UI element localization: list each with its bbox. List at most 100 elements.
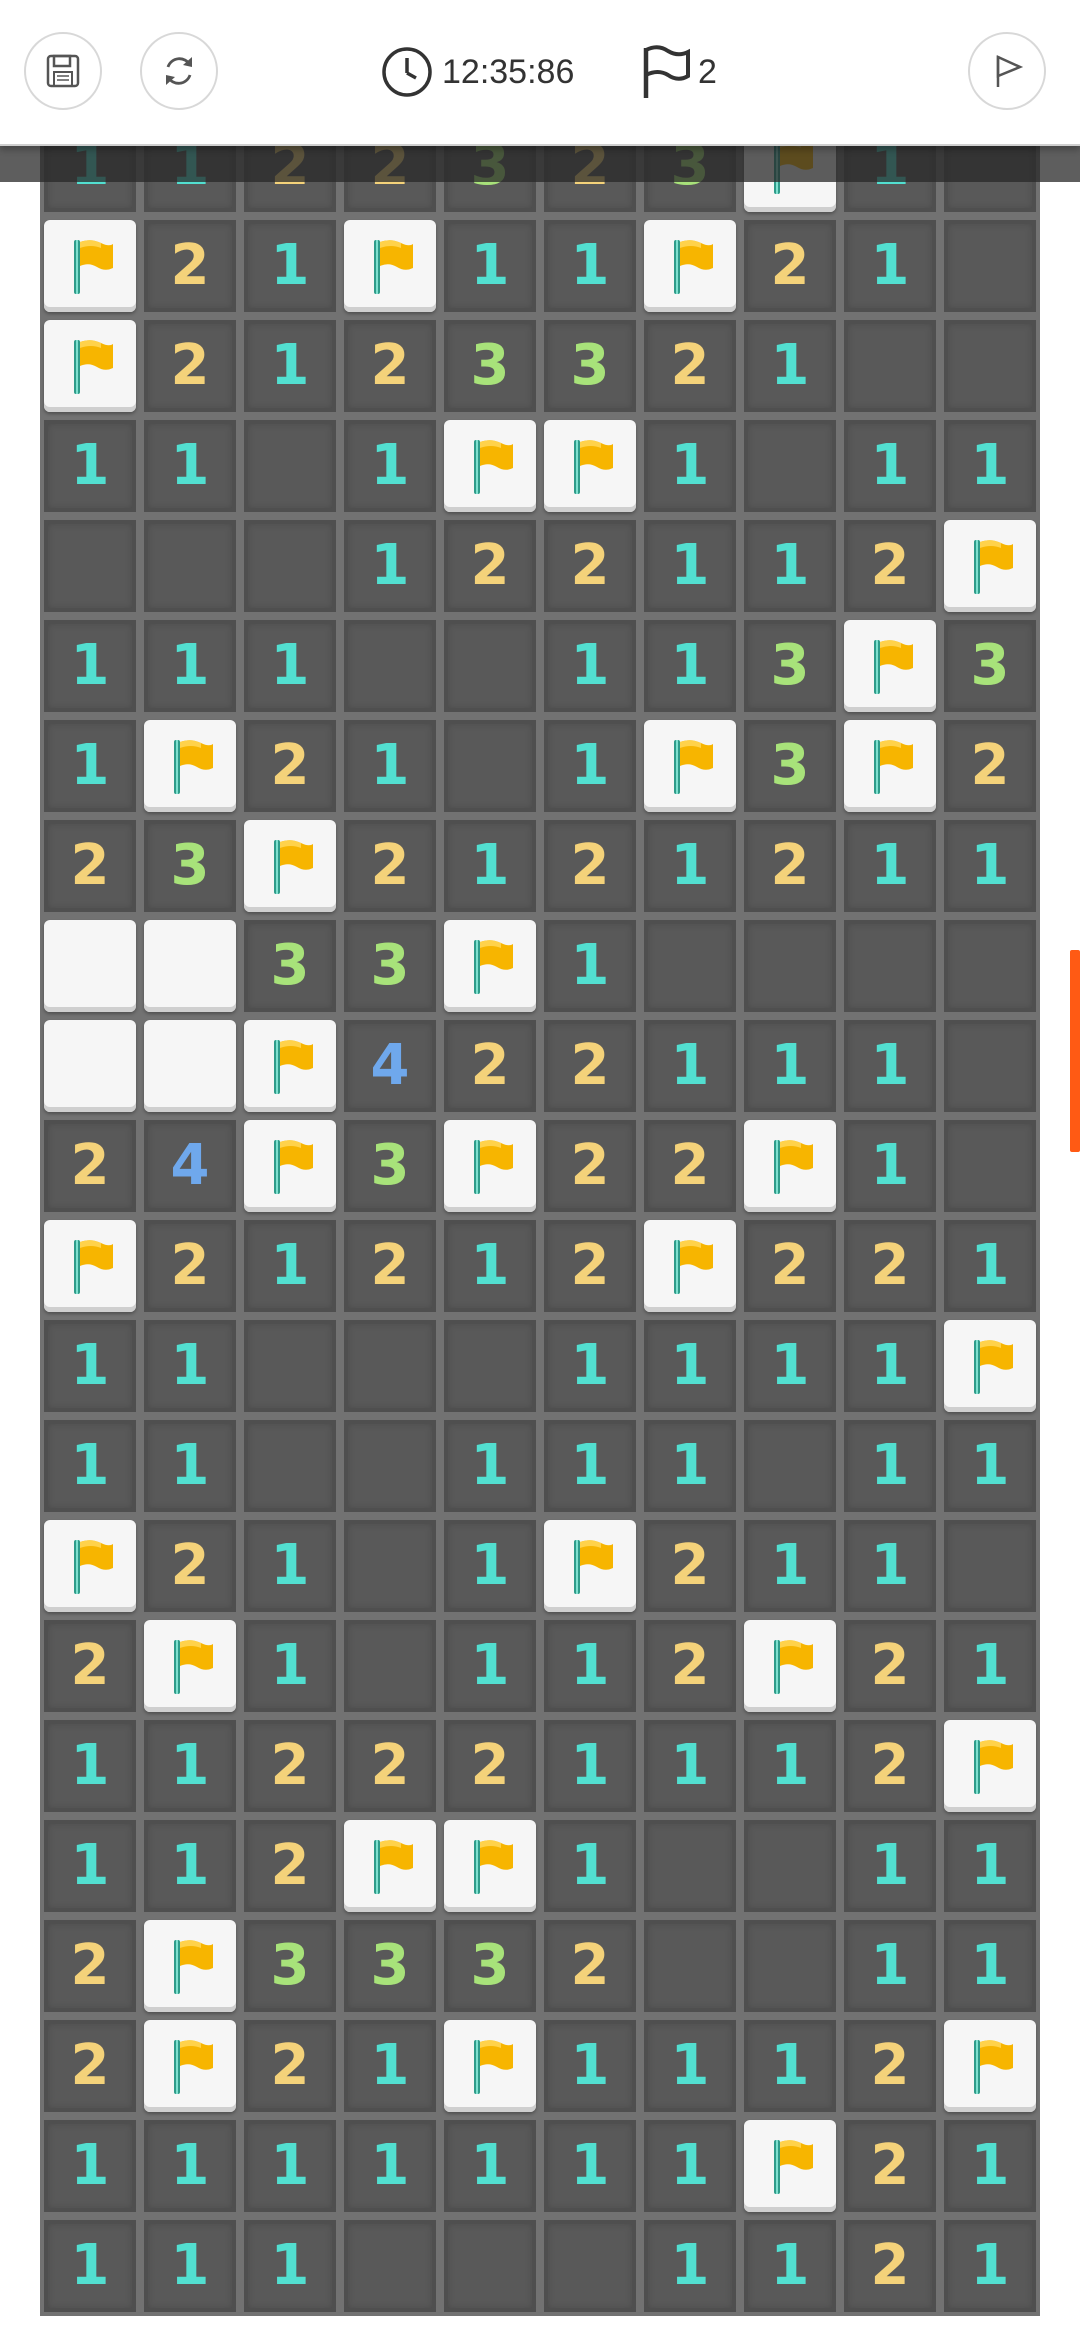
revealed-cell[interactable] — [744, 420, 836, 512]
revealed-cell[interactable] — [744, 920, 836, 1012]
revealed-cell[interactable]: 2 — [844, 2120, 936, 2212]
revealed-cell[interactable]: 1 — [944, 1620, 1036, 1712]
revealed-cell[interactable]: 1 — [244, 1620, 336, 1712]
restart-button[interactable] — [140, 32, 218, 110]
revealed-cell[interactable]: 1 — [744, 320, 836, 412]
revealed-cell[interactable] — [144, 520, 236, 612]
revealed-cell[interactable]: 2 — [144, 1520, 236, 1612]
revealed-cell[interactable]: 2 — [344, 320, 436, 412]
revealed-cell[interactable]: 1 — [844, 1520, 936, 1612]
revealed-cell[interactable]: 1 — [844, 1120, 936, 1212]
revealed-cell[interactable]: 1 — [844, 220, 936, 312]
revealed-cell[interactable]: 1 — [644, 420, 736, 512]
flagged-cell[interactable] — [144, 2020, 236, 2112]
revealed-cell[interactable]: 2 — [544, 1220, 636, 1312]
revealed-cell[interactable]: 2 — [844, 1620, 936, 1712]
revealed-cell[interactable]: 2 — [544, 1920, 636, 2012]
revealed-cell[interactable]: 1 — [444, 1520, 536, 1612]
revealed-cell[interactable]: 1 — [644, 1420, 736, 1512]
revealed-cell[interactable]: 1 — [344, 420, 436, 512]
revealed-cell[interactable] — [744, 1920, 836, 2012]
revealed-cell[interactable]: 4 — [344, 1020, 436, 1112]
revealed-cell[interactable]: 1 — [544, 2020, 636, 2112]
revealed-cell[interactable]: 1 — [444, 1220, 536, 1312]
revealed-cell[interactable] — [744, 1820, 836, 1912]
revealed-cell[interactable]: 1 — [744, 1720, 836, 1812]
revealed-cell[interactable]: 3 — [144, 820, 236, 912]
revealed-cell[interactable]: 1 — [44, 2220, 136, 2312]
revealed-cell[interactable]: 2 — [244, 1820, 336, 1912]
revealed-cell[interactable]: 1 — [44, 1720, 136, 1812]
flagged-cell[interactable] — [744, 1120, 836, 1212]
revealed-cell[interactable]: 1 — [644, 1020, 736, 1112]
revealed-cell[interactable] — [844, 920, 936, 1012]
revealed-cell[interactable]: 1 — [444, 820, 536, 912]
revealed-cell[interactable]: 1 — [944, 1420, 1036, 1512]
revealed-cell[interactable]: 2 — [44, 1620, 136, 1712]
revealed-cell[interactable]: 1 — [144, 620, 236, 712]
revealed-cell[interactable]: 1 — [744, 1320, 836, 1412]
revealed-cell[interactable]: 3 — [244, 1920, 336, 2012]
revealed-cell[interactable]: 1 — [344, 2020, 436, 2112]
revealed-cell[interactable]: 1 — [44, 420, 136, 512]
revealed-cell[interactable]: 2 — [444, 1020, 536, 1112]
revealed-cell[interactable]: 1 — [344, 520, 436, 612]
revealed-cell[interactable]: 1 — [844, 1020, 936, 1112]
revealed-cell[interactable] — [444, 620, 536, 712]
revealed-cell[interactable]: 1 — [144, 1420, 236, 1512]
revealed-cell[interactable]: 2 — [744, 820, 836, 912]
flagged-cell[interactable] — [944, 2020, 1036, 2112]
unrevealed-cell[interactable] — [44, 920, 136, 1012]
flagged-cell[interactable] — [444, 420, 536, 512]
revealed-cell[interactable]: 1 — [244, 1220, 336, 1312]
revealed-cell[interactable]: 3 — [344, 1120, 436, 1212]
revealed-cell[interactable] — [644, 1820, 736, 1912]
scrollbar-thumb[interactable] — [1070, 950, 1080, 1152]
revealed-cell[interactable]: 2 — [344, 820, 436, 912]
flagged-cell[interactable] — [744, 2120, 836, 2212]
flagged-cell[interactable] — [344, 220, 436, 312]
flagged-cell[interactable] — [544, 1520, 636, 1612]
revealed-cell[interactable]: 1 — [244, 320, 336, 412]
flagged-cell[interactable] — [244, 1120, 336, 1212]
revealed-cell[interactable]: 2 — [344, 1720, 436, 1812]
revealed-cell[interactable]: 1 — [544, 220, 636, 312]
flagged-cell[interactable] — [844, 620, 936, 712]
revealed-cell[interactable]: 2 — [644, 1620, 736, 1712]
revealed-cell[interactable]: 3 — [344, 1920, 436, 2012]
flagged-cell[interactable] — [944, 520, 1036, 612]
flagged-cell[interactable] — [44, 1520, 136, 1612]
revealed-cell[interactable]: 1 — [844, 1920, 936, 2012]
revealed-cell[interactable]: 2 — [844, 520, 936, 612]
revealed-cell[interactable]: 1 — [544, 1620, 636, 1712]
revealed-cell[interactable]: 2 — [244, 720, 336, 812]
save-button[interactable] — [24, 32, 102, 110]
unrevealed-cell[interactable] — [144, 920, 236, 1012]
revealed-cell[interactable]: 1 — [644, 2120, 736, 2212]
revealed-cell[interactable]: 3 — [344, 920, 436, 1012]
revealed-cell[interactable] — [544, 2220, 636, 2312]
revealed-cell[interactable]: 3 — [444, 1920, 536, 2012]
revealed-cell[interactable]: 1 — [144, 1820, 236, 1912]
revealed-cell[interactable]: 2 — [144, 320, 236, 412]
revealed-cell[interactable]: 1 — [544, 1720, 636, 1812]
revealed-cell[interactable]: 1 — [544, 2120, 636, 2212]
revealed-cell[interactable] — [744, 1420, 836, 1512]
revealed-cell[interactable]: 1 — [244, 2120, 336, 2212]
revealed-cell[interactable]: 2 — [644, 1520, 736, 1612]
revealed-cell[interactable]: 3 — [744, 720, 836, 812]
revealed-cell[interactable]: 2 — [44, 2020, 136, 2112]
revealed-cell[interactable]: 1 — [144, 2120, 236, 2212]
revealed-cell[interactable]: 1 — [844, 1820, 936, 1912]
unrevealed-cell[interactable] — [44, 1020, 136, 1112]
flagged-cell[interactable] — [44, 220, 136, 312]
revealed-cell[interactable]: 1 — [944, 1820, 1036, 1912]
revealed-cell[interactable] — [644, 920, 736, 1012]
revealed-cell[interactable] — [244, 1320, 336, 1412]
revealed-cell[interactable] — [244, 420, 336, 512]
revealed-cell[interactable]: 1 — [644, 620, 736, 712]
revealed-cell[interactable] — [444, 1320, 536, 1412]
revealed-cell[interactable]: 2 — [844, 1220, 936, 1312]
revealed-cell[interactable]: 1 — [644, 820, 736, 912]
flagged-cell[interactable] — [944, 1320, 1036, 1412]
